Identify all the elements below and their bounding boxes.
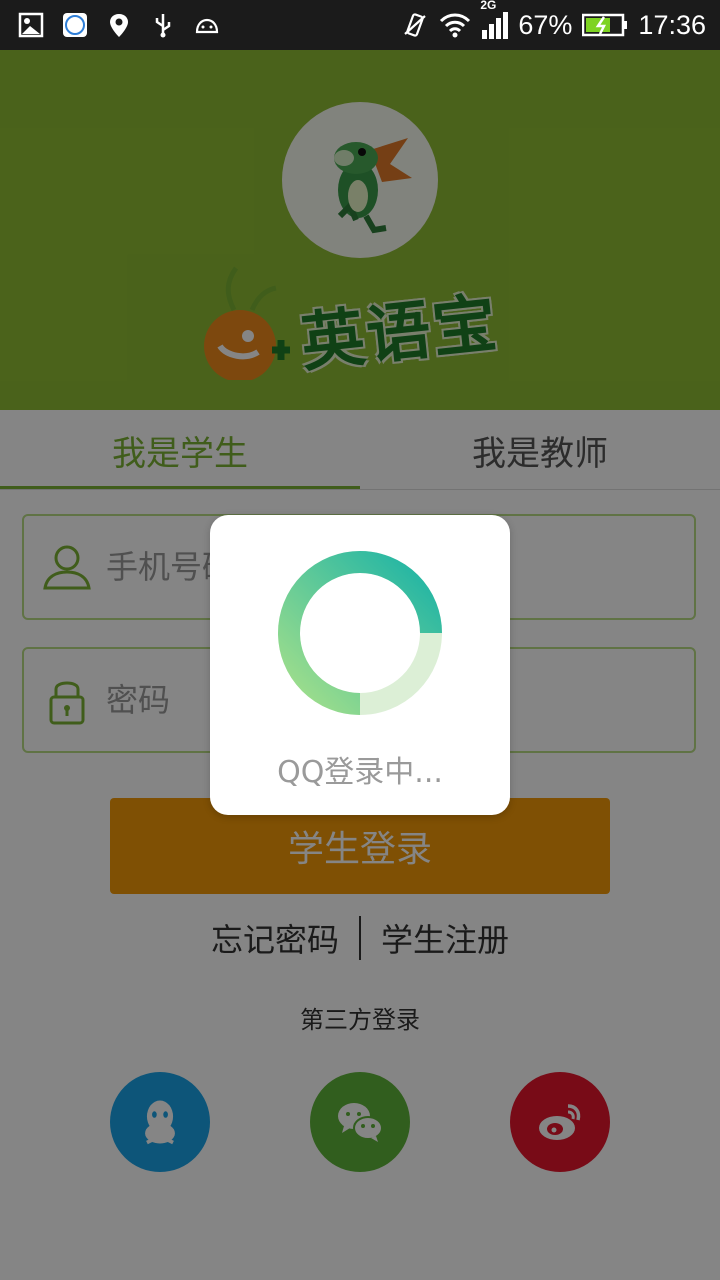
loading-spinner-icon [278,551,442,715]
network-type: 2G [480,0,497,12]
clock: 17:36 [638,9,706,40]
loading-dialog: QQ登录中... [210,515,510,815]
ifly-icon [63,13,87,37]
status-bar: 2G 67% 17:36 [0,0,720,50]
location-icon [110,14,128,37]
vibrate-icon [404,13,427,37]
android-icon [195,18,219,34]
battery-charging-icon [582,13,628,37]
usb-icon [155,14,171,38]
signal-icon: 2G [480,0,509,39]
image-icon [18,12,44,38]
battery-percent: 67% [518,9,573,40]
loading-message: QQ登录中... [277,755,443,790]
wifi-icon [440,13,471,38]
